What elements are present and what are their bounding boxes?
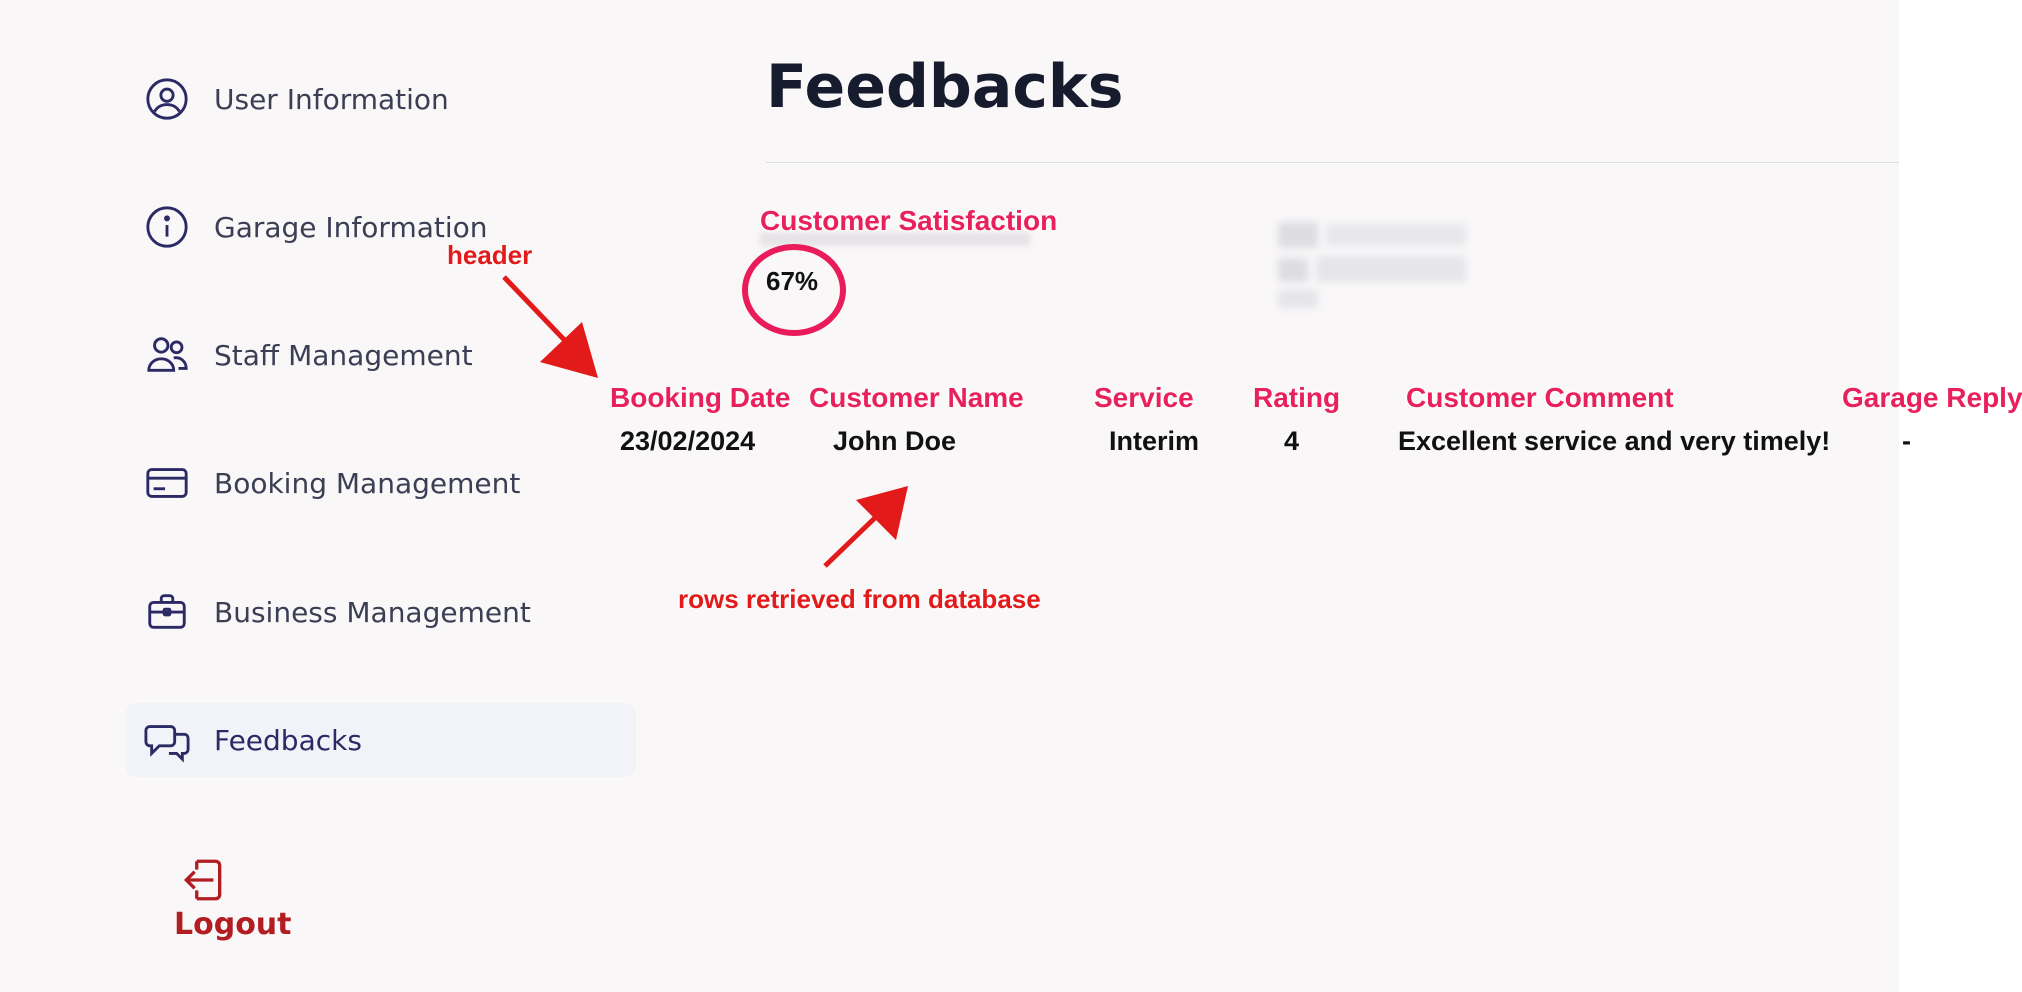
rows-arrow-icon — [823, 486, 908, 568]
header-arrow-icon — [502, 275, 598, 378]
annotation-arrows — [502, 275, 908, 568]
